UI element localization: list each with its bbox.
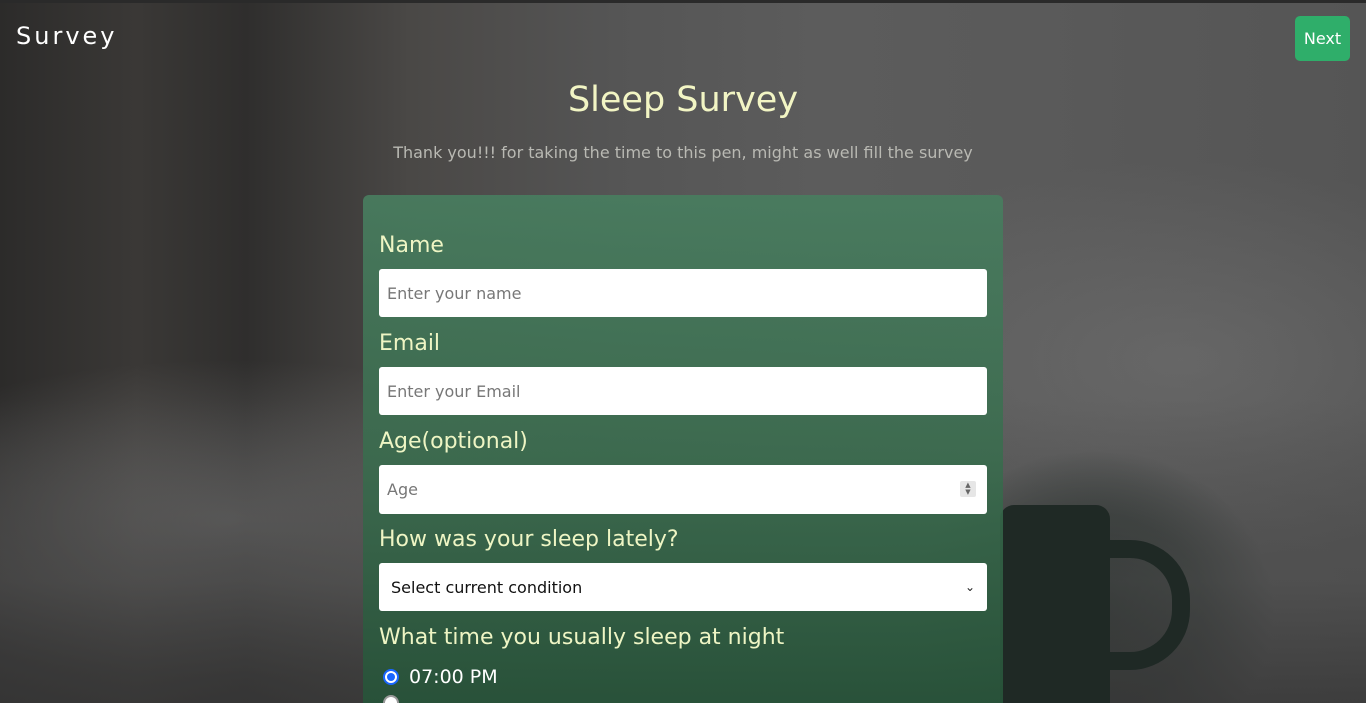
page-title: Sleep Survey	[567, 80, 799, 120]
name-input[interactable]	[379, 269, 987, 317]
radio-button-checked[interactable]	[383, 669, 399, 685]
name-label: Name	[379, 233, 444, 258]
age-stepper-icon[interactable]: ▲ ▼	[960, 481, 976, 497]
next-button[interactable]: Next	[1295, 16, 1350, 61]
radio-button[interactable]	[383, 695, 399, 703]
email-input[interactable]	[379, 367, 987, 415]
sleep-time-option[interactable]	[383, 695, 409, 703]
chevron-down-icon: ⌄	[964, 580, 975, 594]
sleep-condition-selected: Select current condition	[391, 577, 583, 597]
sleep-time-label: What time you usually sleep at night	[379, 625, 785, 650]
page-subtitle: Thank you!!! for taking the time to this…	[393, 143, 973, 162]
top-border	[0, 0, 1366, 3]
sleep-time-option-label: 07:00 PM	[409, 666, 498, 688]
site-logo[interactable]: Survey	[16, 22, 117, 50]
age-input[interactable]	[379, 465, 987, 514]
sleep-condition-label: How was your sleep lately?	[379, 527, 679, 552]
stepper-down-icon[interactable]: ▼	[965, 489, 970, 496]
email-label: Email	[379, 331, 441, 356]
radio-dot-icon	[387, 673, 395, 681]
age-label: Age(optional)	[379, 429, 528, 454]
sleep-condition-select[interactable]: Select current condition ⌄	[379, 563, 987, 611]
survey-form: Name Email Age(optional) ▲ ▼ How was you…	[363, 195, 1003, 703]
sleep-time-option[interactable]: 07:00 PM	[383, 666, 498, 688]
